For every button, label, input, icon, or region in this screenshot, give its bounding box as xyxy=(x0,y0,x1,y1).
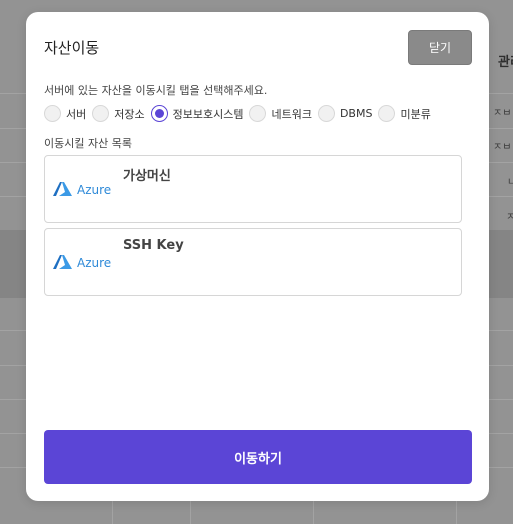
asset-card[interactable]: Azure 가상머신 xyxy=(44,155,462,223)
radio-option-storage[interactable]: 저장소 xyxy=(92,105,145,122)
azure-logo-icon xyxy=(53,255,72,269)
background-column-header: 관리 xyxy=(498,55,513,70)
background-cell: ㅈㅂ xyxy=(493,108,512,119)
radio-button[interactable] xyxy=(378,105,396,122)
close-button[interactable]: 닫기 xyxy=(408,30,472,65)
radio-label: 서버 xyxy=(66,107,87,121)
radio-option-unclassified[interactable]: 미분류 xyxy=(378,105,431,122)
background-column-divider xyxy=(456,500,457,524)
radio-label: 정보보호시스템 xyxy=(172,107,244,121)
radio-label: 미분류 xyxy=(400,107,431,121)
asset-name: SSH Key xyxy=(123,238,184,253)
radio-button[interactable] xyxy=(317,105,335,122)
background-cell: ㄴ xyxy=(507,177,513,188)
dialog-description: 서버에 있는 자산을 이동시킬 탭을 선택해주세요. xyxy=(44,84,268,97)
radio-option-dbms[interactable]: DBMS xyxy=(317,105,373,122)
radio-option-security-system[interactable]: 정보보호시스템 xyxy=(150,105,244,122)
background-cell: ㅈㅂ xyxy=(493,142,512,153)
azure-logo: Azure xyxy=(53,255,111,271)
radio-button[interactable] xyxy=(44,105,61,122)
asset-list-title: 이동시킬 자산 목록 xyxy=(44,137,132,150)
radio-option-network[interactable]: 네트워크 xyxy=(249,105,312,122)
background-column-divider xyxy=(313,500,314,524)
radio-button[interactable] xyxy=(249,105,267,122)
background-cell: ㅈ xyxy=(506,212,513,223)
background-column-divider xyxy=(190,500,191,524)
asset-card[interactable]: Azure SSH Key xyxy=(44,228,462,296)
azure-logo-text: Azure xyxy=(77,183,112,197)
radio-button-selected[interactable] xyxy=(150,105,168,122)
dialog-title: 자산이동 xyxy=(44,39,100,57)
background-column-divider xyxy=(112,500,113,524)
radio-button[interactable] xyxy=(92,105,110,122)
azure-logo: Azure xyxy=(53,182,111,198)
asset-move-dialog: 자산이동 닫기 서버에 있는 자산을 이동시킬 탭을 선택해주세요. 서버 저장… xyxy=(26,12,489,501)
move-button[interactable]: 이동하기 xyxy=(44,430,472,484)
radio-label: 네트워크 xyxy=(271,107,312,121)
asset-name: 가상머신 xyxy=(123,169,171,184)
radio-label: 저장소 xyxy=(114,107,145,121)
azure-logo-icon xyxy=(53,182,72,196)
azure-logo-text: Azure xyxy=(77,256,112,270)
target-tab-radio-group: 서버 저장소 정보보호시스템 네트워크 DBMS 미분류 xyxy=(44,105,437,122)
radio-label: DBMS xyxy=(339,107,373,120)
radio-option-server[interactable]: 서버 xyxy=(44,105,86,122)
